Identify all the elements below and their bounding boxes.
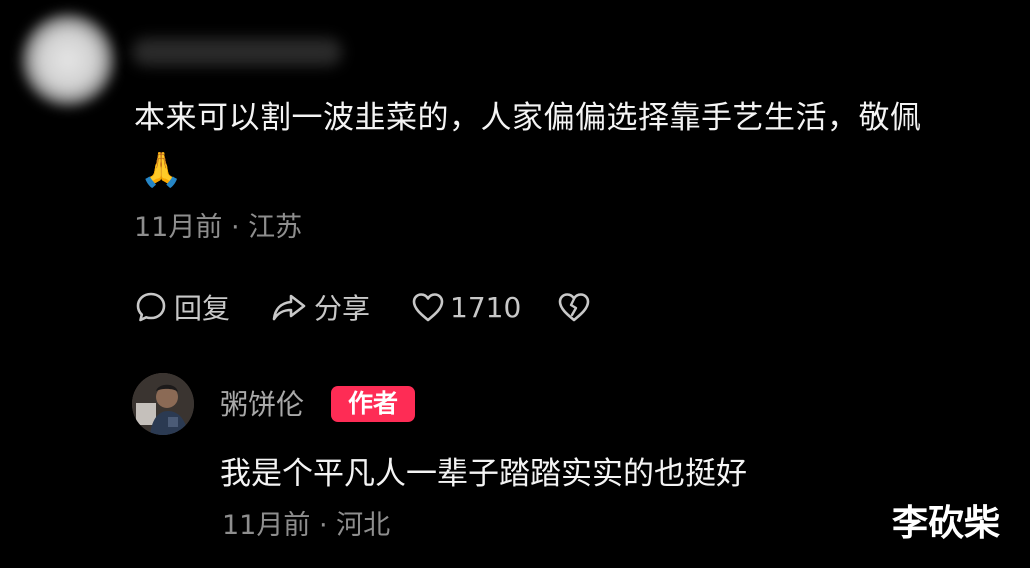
reply-meta: 11月前 · 河北	[222, 510, 391, 541]
heart-icon	[410, 290, 446, 324]
reply-label: 回复	[174, 292, 231, 325]
commenter-name-blurred[interactable]	[132, 38, 342, 66]
watermark: 李砍柴	[892, 503, 1001, 544]
reply-button[interactable]: 回复	[134, 286, 230, 328]
share-button[interactable]: 分享	[270, 286, 370, 328]
author-avatar[interactable]	[132, 373, 194, 435]
like-button[interactable]: 1710	[410, 286, 521, 328]
chat-bubble-icon	[134, 290, 168, 324]
author-name[interactable]: 粥饼伦	[220, 385, 304, 425]
share-arrow-icon	[270, 290, 308, 324]
author-badge: 作者	[331, 386, 415, 422]
reply-text: 我是个平凡人一辈子踏踏实实的也挺好	[220, 456, 747, 492]
comment-text: 本来可以割一波韭菜的，人家偏偏选择靠手艺生活，敬佩	[134, 100, 922, 136]
broken-heart-icon	[556, 290, 592, 324]
dislike-button[interactable]	[556, 286, 592, 328]
commenter-avatar-blurred[interactable]	[22, 14, 114, 106]
like-count: 1710	[450, 290, 522, 324]
comment-meta: 11月前 · 江苏	[134, 212, 303, 243]
share-label: 分享	[314, 292, 371, 325]
pray-emoji: 🙏	[140, 150, 183, 190]
